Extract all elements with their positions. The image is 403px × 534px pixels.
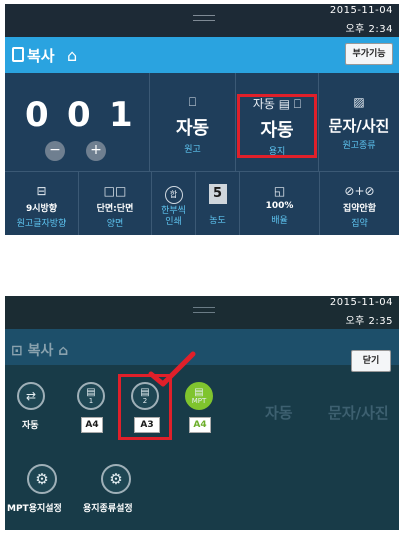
copy-count[interactable]: 0 0 1 − + <box>5 73 150 172</box>
tray-1-paper: A4 <box>81 417 103 433</box>
status-date-2: 2015-11-04 <box>329 297 393 308</box>
copy-main-screen: 2015-11-04 오후 2:34 복사 ⌂ 부가기능 0 0 1 − + ⎕… <box>5 4 399 235</box>
density-icon: 5 <box>208 184 227 204</box>
paper-select-screen: 2015-11-04 오후 2:35 ⊡ 복사 ⌂ 자동 문자/사진 닫기 ⇄ … <box>5 296 399 530</box>
page-title: 복사 <box>27 47 55 65</box>
original-type-label: 원고종류 <box>342 141 376 151</box>
status-time: 오후 2:34 <box>345 24 393 35</box>
nup-value: 집약안함 <box>342 204 377 214</box>
drag-handle-2[interactable] <box>193 307 215 313</box>
original-size-value: 자동 <box>175 118 210 139</box>
density-setting[interactable]: 5 농도 <box>196 172 240 235</box>
count-digit-hundreds: 0 <box>25 95 49 135</box>
tray-auto-label: 자동 <box>22 421 39 431</box>
mpt-paper-settings-label: MPT용지설정 <box>7 504 62 514</box>
original-type-setting[interactable]: ▨ 문자/사진 원고종류 <box>319 73 399 171</box>
tray-mpt-number: MPT <box>191 397 207 405</box>
zoom-setting[interactable]: ◱ 100% 배율 <box>240 172 320 235</box>
original-icon: ⎕ <box>188 95 197 109</box>
tray-1-number: 1 <box>88 397 94 405</box>
count-digit-ones: 1 <box>109 95 133 135</box>
settings-row-2: ⊟ 9시방향 원고글자방향 □□ 단면:단면 양면 합 한부씩 인쇄 5 농도 … <box>5 172 399 235</box>
tray-auto-button[interactable]: ⇄ <box>17 382 45 410</box>
nup-icon: ⊘+⊘ <box>344 184 375 198</box>
checkmark-icon <box>148 351 196 387</box>
original-size-setting[interactable]: ⎕ 자동 원고 <box>150 73 236 171</box>
duplex-value: 단면:단면 <box>96 204 134 214</box>
tray-mpt-paper: A4 <box>189 417 211 433</box>
collate-setting[interactable]: 합 한부씩 인쇄 <box>152 172 196 235</box>
collate-label: 한부씩 인쇄 <box>161 206 186 227</box>
nup-setting[interactable]: ⊘+⊘ 집약안함 집약 <box>320 172 399 235</box>
home-icon[interactable]: ⌂ <box>67 46 77 65</box>
duplex-label: 양면 <box>106 219 124 229</box>
decrement-button[interactable]: − <box>45 141 65 161</box>
duplex-icon: □□ <box>103 184 127 198</box>
orientation-label: 원고글자방향 <box>16 219 67 229</box>
settings-row-1: 0 0 1 − + ⎕ 자동 원고 자동 ▤ ⎕ 자동 용지 ▨ 문자/사진 원… <box>5 73 399 172</box>
paper-type-settings-button[interactable]: ⚙ <box>101 464 131 494</box>
status-time-2: 오후 2:35 <box>345 316 393 327</box>
orientation-icon: ⊟ <box>36 184 47 198</box>
original-type-value: 문자/사진 <box>328 117 390 135</box>
gear-icon: ⚙ <box>109 470 123 488</box>
mpt-paper-settings-button[interactable]: ⚙ <box>27 464 57 494</box>
zoom-icon: ◱ <box>273 184 286 198</box>
extra-functions-button[interactable]: 부가기능 <box>345 43 393 65</box>
duplex-setting[interactable]: □□ 단면:단면 양면 <box>79 172 152 235</box>
collate-icon: 합 <box>164 186 183 204</box>
status-bar-2: 2015-11-04 오후 2:35 <box>5 296 399 329</box>
dimmed-home-icon: ⌂ <box>58 343 69 359</box>
dimmed-paper-value: 자동 <box>265 404 293 422</box>
highlight-box <box>237 94 317 158</box>
count-digit-tens: 0 <box>67 95 91 135</box>
tray-1-button[interactable]: ▤ 1 <box>77 382 105 410</box>
paper-type-settings-label: 용지종류설정 <box>83 504 133 514</box>
status-date: 2015-11-04 <box>329 5 393 16</box>
density-label: 농도 <box>209 216 226 226</box>
dimmed-header: ⊡ 복사 ⌂ <box>5 329 399 365</box>
drag-handle[interactable] <box>193 15 215 21</box>
status-bar: 2015-11-04 오후 2:34 <box>5 4 399 37</box>
dimmed-title: ⊡ 복사 ⌂ <box>11 343 69 359</box>
image-icon: ▨ <box>353 95 365 109</box>
nup-label: 집약 <box>351 219 368 229</box>
orientation-setting[interactable]: ⊟ 9시방향 원고글자방향 <box>5 172 79 235</box>
header: 복사 ⌂ 부가기능 <box>5 37 399 73</box>
original-size-label: 원고 <box>184 145 201 155</box>
auto-swap-icon: ⇄ <box>25 389 37 403</box>
increment-button[interactable]: + <box>86 141 106 161</box>
close-button[interactable]: 닫기 <box>351 350 391 372</box>
copy-document-icon <box>12 47 24 62</box>
orientation-value: 9시방향 <box>25 204 58 214</box>
gear-icon: ⚙ <box>35 470 49 488</box>
dimmed-title-text: 복사 <box>27 343 54 359</box>
zoom-value: 100% <box>265 201 294 211</box>
zoom-label: 배율 <box>271 216 288 226</box>
dimmed-type-value: 문자/사진 <box>328 404 389 422</box>
